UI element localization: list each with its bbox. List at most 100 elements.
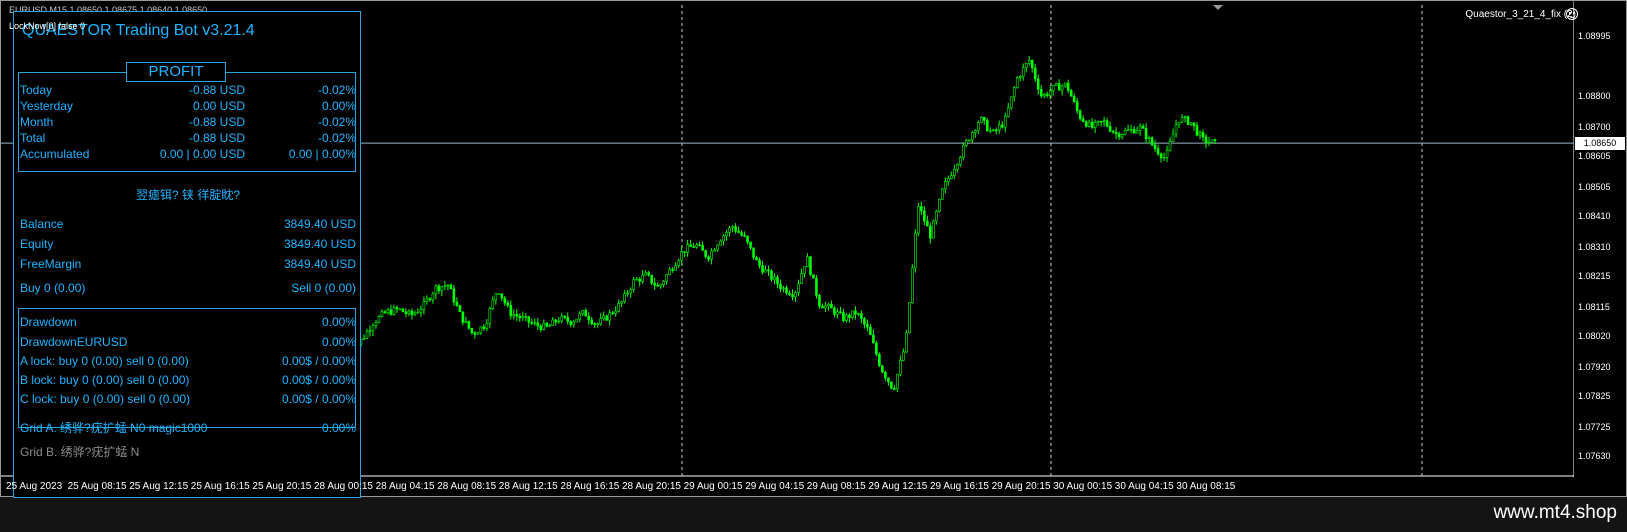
candle: [1108, 121, 1112, 133]
candle: [1138, 123, 1142, 136]
candle: [1147, 135, 1151, 144]
candle-body: [662, 280, 665, 285]
candle-body: [1147, 137, 1151, 140]
candle-body: [410, 310, 414, 315]
candle: [608, 309, 611, 326]
candle: [1096, 120, 1100, 127]
time-tick: 28 Aug 08:15: [437, 481, 497, 492]
drawdown-label: Drawdown: [20, 315, 77, 329]
candle: [1114, 127, 1118, 140]
candle: [734, 223, 737, 234]
candle-body: [938, 198, 941, 212]
candle: [1153, 140, 1157, 153]
candle-body: [749, 241, 752, 249]
candle-body: [794, 292, 797, 298]
candle: [827, 302, 830, 311]
candle: [617, 299, 620, 313]
candle-body: [701, 245, 704, 251]
candle-body: [431, 293, 435, 301]
candle: [773, 273, 776, 285]
candle-body: [524, 316, 528, 318]
candle: [848, 313, 851, 323]
candle: [1078, 109, 1082, 121]
candle: [881, 364, 884, 374]
candle-body: [955, 164, 959, 170]
candle: [590, 316, 594, 326]
candle: [458, 304, 462, 313]
candle: [731, 225, 734, 233]
candle: [1132, 125, 1136, 134]
candle: [611, 310, 614, 316]
candle: [1159, 152, 1163, 163]
profit-pct: -0.02%: [317, 131, 356, 145]
candle-body: [419, 309, 423, 313]
candle: [683, 251, 686, 258]
time-axis[interactable]: 25 Aug 2023 25 Aug 08:15 25 Aug 12:15 25 Au…: [1, 477, 1574, 497]
candle-body: [1171, 133, 1175, 142]
candle-body: [395, 307, 399, 310]
price-axis[interactable]: 1.08995 1.08800 1.08700 1.08605 1.08505 1.084…: [1574, 1, 1627, 498]
candle-body: [1015, 77, 1019, 89]
candle-body: [404, 311, 408, 314]
candle: [533, 318, 537, 326]
candle-body: [542, 322, 546, 330]
candle-body: [839, 311, 842, 314]
candle-body: [434, 285, 438, 295]
candle-body: [650, 274, 653, 284]
candle: [1207, 136, 1211, 147]
candle-body: [671, 269, 674, 271]
candle: [887, 377, 890, 386]
candle: [1201, 129, 1205, 142]
candle-body: [967, 139, 971, 142]
account-value: 3849.40 USD: [283, 237, 356, 251]
candle: [836, 308, 839, 319]
candle: [437, 283, 441, 294]
candle-body: [686, 244, 689, 253]
candle: [602, 311, 606, 321]
candle: [1192, 122, 1196, 131]
candle: [374, 320, 378, 329]
candle: [626, 290, 629, 297]
candle-body: [935, 211, 938, 222]
candle-body: [1009, 96, 1013, 109]
candle: [647, 270, 650, 277]
candle: [455, 297, 459, 307]
chart-area[interactable]: EURUSD,M15 1.08650 1.08675 1.08640 1.086…: [0, 0, 1627, 498]
candle: [440, 286, 444, 297]
candle-body: [1165, 149, 1169, 158]
profit-label: Total: [20, 131, 46, 145]
candle-body: [815, 277, 818, 296]
candle: [818, 293, 821, 309]
candle: [776, 275, 779, 289]
candle: [1144, 123, 1148, 144]
candle: [704, 249, 707, 259]
candle: [749, 241, 752, 251]
candle: [578, 311, 582, 323]
candle-body: [905, 332, 908, 353]
candle-body: [668, 269, 671, 276]
candle-body: [848, 314, 851, 318]
candle-body: [674, 265, 677, 271]
candle-body: [809, 256, 812, 275]
profit-row-yesterday: Yesterday 0.00 USD 0.00%: [20, 98, 360, 114]
candle: [596, 322, 600, 328]
candle: [1042, 92, 1046, 99]
candle: [797, 279, 800, 297]
candle: [572, 319, 576, 328]
expert-label[interactable]: Quaestor_3_21_4_fix (2): [1465, 9, 1576, 20]
candle: [1105, 117, 1109, 128]
candle-body: [578, 313, 582, 320]
candle: [668, 266, 671, 276]
candle-body: [944, 181, 947, 190]
candle-body: [629, 289, 632, 294]
candle-body: [512, 314, 516, 317]
candle-body: [743, 234, 746, 237]
candle-body: [602, 315, 606, 319]
candle: [410, 308, 414, 320]
candle: [389, 304, 393, 316]
candle-body: [461, 311, 465, 323]
candle-body: [770, 270, 773, 280]
candle: [1186, 115, 1190, 126]
candle: [988, 127, 992, 134]
candle-body: [1180, 117, 1184, 123]
